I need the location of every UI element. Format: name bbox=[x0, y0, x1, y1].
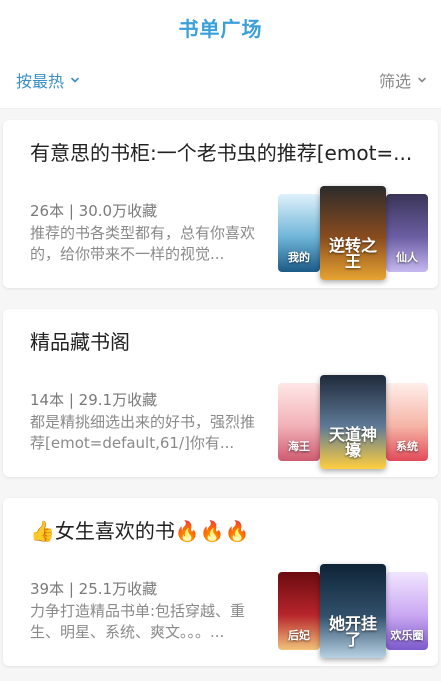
card-title: 精品藏书阁 bbox=[30, 330, 130, 354]
filter-button[interactable]: 筛选 bbox=[379, 68, 427, 92]
book-cover: 我的 bbox=[278, 194, 320, 272]
book-covers: 我的 逆转之王 仙人 bbox=[278, 186, 428, 280]
book-cover-title: 逆转之王 bbox=[328, 236, 377, 271]
filter-label: 筛选 bbox=[378, 72, 411, 91]
book-cover: 欢乐圈 bbox=[386, 572, 428, 650]
book-cover: 海王 bbox=[278, 383, 320, 461]
book-cover-title: 海王 bbox=[288, 440, 310, 453]
book-cover: 逆转之王 bbox=[320, 186, 386, 280]
book-cover: 仙人 bbox=[386, 194, 428, 272]
card-title: 👍女生喜欢的书🔥🔥🔥 bbox=[30, 519, 250, 543]
filter-bar: 按最热 筛选 bbox=[0, 52, 441, 109]
card-meta: 39本 | 25.1万收藏 bbox=[30, 580, 158, 598]
chevron-down-icon bbox=[418, 77, 426, 83]
book-cover-title: 后妃 bbox=[288, 629, 310, 642]
sort-dropdown[interactable]: 按最热 bbox=[16, 68, 80, 92]
book-cover: 她开挂了 bbox=[320, 564, 386, 658]
card-description: 推荐的书各类型都有，总有你喜欢的，给你带来不一样的视觉... bbox=[30, 224, 256, 263]
card-meta: 14本 | 29.1万收藏 bbox=[30, 391, 158, 409]
top-header: 书单广场 bbox=[0, 0, 441, 52]
card-description: 力争打造精品书单:包括穿越、重生、明星、系统、爽文。。。... bbox=[30, 602, 246, 641]
book-cover-title: 天道神壕 bbox=[328, 425, 377, 460]
booklist-card[interactable]: 有意思的书柜:一个老书虫的推荐[emot=... 26本 | 30.0万收藏 推… bbox=[3, 120, 438, 288]
sort-label: 按最热 bbox=[16, 72, 65, 91]
book-cover-title: 系统 bbox=[396, 440, 418, 453]
book-covers: 后妃 她开挂了 欢乐圈 bbox=[278, 564, 428, 658]
card-meta: 26本 | 30.0万收藏 bbox=[30, 202, 158, 220]
card-description: 都是精挑细选出来的好书，强烈推荐[emot=default,61/]你有... bbox=[30, 413, 256, 452]
book-cover: 后妃 bbox=[278, 572, 320, 650]
card-title: 有意思的书柜:一个老书虫的推荐[emot=... bbox=[30, 141, 413, 165]
chevron-down-icon bbox=[71, 77, 79, 83]
booklist-card[interactable]: 精品藏书阁 14本 | 29.1万收藏 都是精挑细选出来的好书，强烈推荐[emo… bbox=[3, 309, 438, 477]
book-cover-title: 仙人 bbox=[396, 251, 418, 264]
book-cover-title: 欢乐圈 bbox=[390, 629, 424, 642]
book-cover-title: 我的 bbox=[288, 251, 310, 264]
book-cover-title: 她开挂了 bbox=[328, 614, 377, 649]
book-cover: 系统 bbox=[386, 383, 428, 461]
book-cover: 天道神壕 bbox=[320, 375, 386, 469]
book-covers: 海王 天道神壕 系统 bbox=[278, 375, 428, 469]
booklist-card[interactable]: 👍女生喜欢的书🔥🔥🔥 39本 | 25.1万收藏 力争打造精品书单:包括穿越、重… bbox=[3, 498, 438, 666]
page-title: 书单广场 bbox=[178, 16, 263, 41]
